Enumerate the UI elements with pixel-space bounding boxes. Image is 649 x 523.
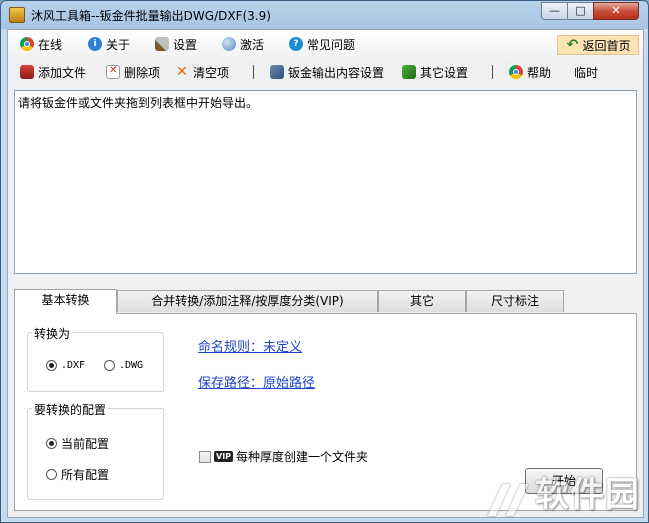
save-path-value: 原始路径 — [263, 376, 316, 391]
online-label: 在线 — [38, 37, 63, 52]
key-icon — [222, 37, 236, 51]
tab-strip: 基本转换 合并转换/添加注释/按厚度分类(VIP) 其它 尺寸标注 — [14, 289, 637, 314]
radio-all-config-indicator — [46, 469, 57, 480]
tab-merge-conversion[interactable]: 合并转换/添加注释/按厚度分类(VIP) — [117, 290, 378, 312]
naming-rule-value: 未定义 — [263, 340, 303, 355]
naming-rule-label: 命名规则： — [198, 340, 264, 355]
folder-per-thickness-label: 每种厚度创建一个文件夹 — [236, 450, 369, 464]
home-label: 返回首页 — [582, 38, 631, 53]
radio-current-config[interactable]: 当前配置 — [46, 435, 109, 452]
close-button[interactable]: ✕ — [593, 2, 639, 20]
radio-current-config-indicator — [46, 438, 57, 449]
config-group: 要转换的配置 当前配置 所有配置 — [27, 401, 164, 500]
activate-button[interactable]: 激活 — [222, 35, 264, 53]
back-arrow-icon: ↶ — [566, 37, 579, 53]
radio-dxf-label: .DXF — [61, 360, 86, 371]
checkbox-indicator — [199, 450, 211, 463]
maximize-button[interactable]: □ — [567, 2, 594, 20]
title-bar[interactable]: 沐风工具箱--钣金件批量输出DWG/DXF(3.9) — □ ✕ — [1, 1, 648, 29]
app-icon — [9, 7, 25, 23]
add-file-button[interactable]: 添加文件 — [20, 63, 86, 81]
radio-current-config-label: 当前配置 — [61, 437, 110, 451]
folder-per-thickness-checkbox[interactable]: VIP 每种厚度创建一个文件夹 — [199, 448, 368, 465]
settings-button[interactable]: 设置 — [155, 35, 197, 53]
window-title: 沐风工具箱--钣金件批量输出DWG/DXF(3.9) — [31, 9, 271, 23]
tab-basic-conversion[interactable]: 基本转换 — [14, 289, 117, 314]
convert-to-title: 转换为 — [32, 325, 73, 342]
sheet-metal-icon — [270, 65, 284, 79]
browser-icon — [509, 65, 523, 79]
radio-dwg[interactable]: .DWG — [104, 360, 143, 371]
radio-dwg-label: .DWG — [119, 360, 144, 371]
tab-dimension[interactable]: 尺寸标注 — [466, 290, 564, 312]
tab-other[interactable]: 其它 — [378, 290, 466, 312]
delete-item-label: 删除项 — [124, 65, 161, 80]
add-file-icon — [20, 65, 34, 79]
save-path-link[interactable]: 保存路径：原始路径 — [198, 372, 315, 391]
radio-all-config-label: 所有配置 — [61, 468, 110, 482]
radio-all-config[interactable]: 所有配置 — [46, 466, 109, 483]
faq-button[interactable]: ? 常见问题 — [289, 35, 355, 53]
about-button[interactable]: i 关于 — [88, 35, 130, 53]
about-label: 关于 — [106, 37, 131, 52]
vip-badge: VIP — [214, 451, 234, 462]
minimize-button[interactable]: — — [541, 2, 568, 20]
start-button[interactable]: 开始 — [525, 468, 603, 494]
file-list[interactable]: 请将钣金件或文件夹拖到列表框中开始导出。 — [14, 90, 637, 274]
help-icon: ? — [289, 37, 303, 51]
other-settings-button[interactable]: 其它设置 — [402, 63, 468, 81]
tools-icon — [155, 37, 169, 51]
settings-label: 设置 — [173, 37, 198, 52]
file-toolbar: 添加文件 删除项 ✕ 清空项 钣金输出内容设置 其它设置 帮助 — [8, 58, 643, 86]
help-button[interactable]: 帮助 — [509, 63, 551, 81]
clear-items-label: 清空项 — [193, 65, 230, 80]
temp-button[interactable]: 临时 — [574, 63, 598, 81]
naming-rule-link[interactable]: 命名规则：未定义 — [198, 336, 302, 355]
toolbar-separator — [492, 65, 493, 79]
basic-conversion-panel: 转换为 .DXF .DWG 要转换的配置 当前配置 所有配置 命名规则：未定义 … — [14, 313, 637, 511]
delete-item-button[interactable]: 删除项 — [106, 63, 160, 81]
clear-items-button[interactable]: ✕ 清空项 — [175, 63, 229, 81]
other-settings-label: 其它设置 — [420, 65, 469, 80]
radio-dxf[interactable]: .DXF — [46, 360, 85, 371]
faq-label: 常见问题 — [307, 37, 356, 52]
clear-icon: ✕ — [176, 64, 188, 80]
add-file-label: 添加文件 — [38, 65, 87, 80]
info-icon: i — [88, 37, 102, 51]
sheet-output-settings-button[interactable]: 钣金输出内容设置 — [270, 63, 384, 81]
toolbar-separator — [253, 65, 254, 79]
activate-label: 激活 — [240, 37, 265, 52]
gear-icon — [402, 65, 416, 79]
app-window: 沐风工具箱--钣金件批量输出DWG/DXF(3.9) — □ ✕ 在线 i 关于… — [0, 0, 649, 523]
client-area: 在线 i 关于 设置 激活 ? 常见问题 ↶ 返回首页 添加文件 ✕ 删除项 ✕… — [7, 29, 644, 518]
online-button[interactable]: 在线 — [20, 35, 62, 53]
radio-dxf-indicator — [46, 360, 57, 371]
help-label: 帮助 — [527, 65, 552, 80]
sheet-output-settings-label: 钣金输出内容设置 — [288, 65, 385, 80]
browser-icon — [20, 37, 34, 51]
main-toolbar: 在线 i 关于 设置 激活 ? 常见问题 ↶ 返回首页 — [8, 30, 643, 58]
config-title: 要转换的配置 — [32, 401, 109, 418]
temp-label: 临时 — [574, 65, 599, 80]
radio-dwg-indicator — [104, 360, 115, 371]
file-list-hint: 请将钣金件或文件夹拖到列表框中开始导出。 — [18, 96, 259, 110]
home-button[interactable]: ↶ 返回首页 — [557, 35, 639, 55]
delete-icon — [106, 65, 120, 79]
convert-to-group: 转换为 .DXF .DWG — [27, 325, 164, 392]
save-path-label: 保存路径： — [198, 376, 264, 391]
